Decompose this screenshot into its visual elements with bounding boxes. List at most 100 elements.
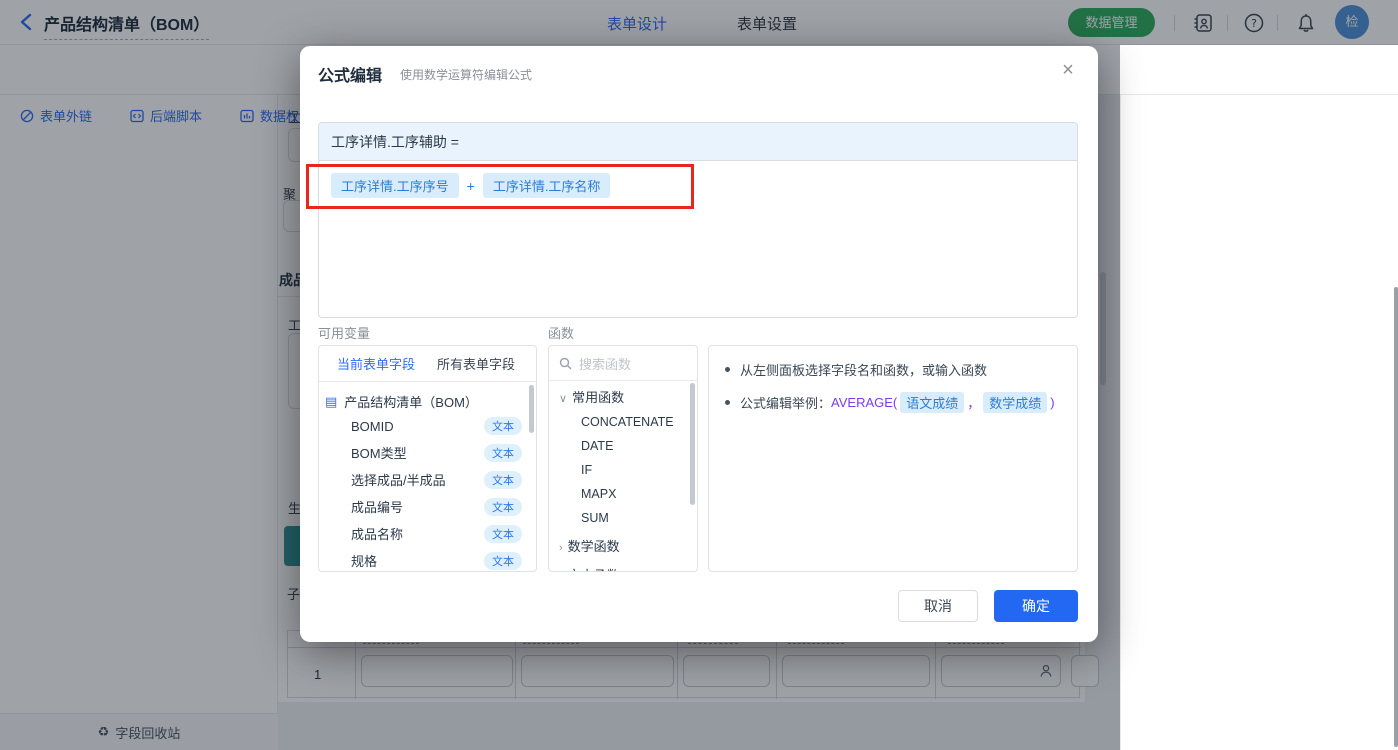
form-doc-icon: ▤ [325,393,338,409]
chevron-collapsed-icon: › [559,571,563,572]
topbar-divider [1227,15,1228,31]
recycle-icon: ♻ [97,724,110,739]
function-item[interactable]: SUM [549,506,697,530]
form-tree-node[interactable]: ▤ 产品结构清单（BOM） [319,382,536,413]
back-icon[interactable] [16,11,38,33]
tab-form-settings[interactable]: 表单设置 [737,13,797,34]
member-icon [1040,664,1052,677]
link-icon [20,109,34,122]
chart-box-icon [240,109,254,122]
toolbar-item-data-permission[interactable]: 数据权 [240,106,299,125]
field-library-sidebar [0,45,278,750]
toolbar-item-external-link[interactable]: 表单外链 [20,106,92,125]
tab-form-design[interactable]: 表单设计 [607,13,667,34]
table-cell-input[interactable] [782,655,930,687]
help-example-prefix: 公式编辑举例： [740,396,832,411]
variable-row[interactable]: 规格 文本 [319,547,536,571]
chevron-collapsed-icon: › [559,542,563,554]
function-item[interactable]: IF [549,458,697,482]
topbar-divider [1277,15,1278,31]
table-cell-input[interactable] [683,655,770,687]
variables-label: 可用变量 [318,326,371,341]
canvas-field-label: 子 [287,587,301,602]
data-manage-button[interactable]: 数据管理 [1068,8,1155,37]
function-group-math[interactable]: › 数学函数 [549,530,697,559]
variables-tabs: 当前表单字段 所有表单字段 [319,346,536,382]
confirm-button[interactable]: 确定 [994,590,1078,622]
table-cell-input[interactable] [521,655,674,687]
function-group-text[interactable]: › 文本函数 [549,559,697,572]
function-item[interactable]: CONCATENATE [549,410,697,434]
properties-scrollbar[interactable] [1394,287,1398,747]
function-group-common[interactable]: ∨ 常用函数 [549,381,697,410]
function-group-label: 数学函数 [567,539,620,554]
topbar: 产品结构清单（BOM） 表单设计 表单设置 数据管理 ? 检 [0,0,1398,45]
type-badge: 文本 [484,470,522,489]
formula-editor-modal: 公式编辑 使用数学运算符编辑公式 × 工序详情.工序辅助 = 工序详情.工序序号… [300,46,1098,642]
help-fn-close: ) [1050,395,1055,410]
table-cell-input[interactable] [361,655,513,687]
formula-editor-area[interactable]: 工序详情.工序序号 + 工序详情.工序名称 [319,161,1077,317]
toolbar-item-label: 后端脚本 [150,109,203,124]
table-cell-input[interactable] [941,655,1061,687]
canvas-scrollbar[interactable] [1100,272,1106,385]
example-chip: 数学成绩 [983,392,1048,413]
topbar-divider [1174,15,1175,31]
toolbar-item-backend-script[interactable]: 后端脚本 [130,106,202,125]
example-chip: 语文成绩 [900,392,965,413]
help-line-2: 公式编辑举例： AVERAGE( 语文成绩 ， 数学成绩 ) [725,392,1061,413]
row-number: 1 [314,667,322,682]
type-badge: 文本 [484,443,522,462]
variable-row[interactable]: 选择成品/半成品 文本 [319,466,536,493]
tab-all-form-fields[interactable]: 所有表单字段 [437,354,515,373]
bullet-icon [725,367,730,372]
search-icon [559,357,572,369]
help-text: 从左侧面板选择字段名和函数，或输入函数 [740,363,988,378]
function-item[interactable]: DATE [549,434,697,458]
field-recycle-bin[interactable]: ♻ 字段回收站 [0,713,278,750]
help-icon[interactable]: ? [1243,12,1265,34]
table-cell-input[interactable] [1071,655,1099,687]
functions-panel: 搜索函数 ∨ 常用函数 CONCATENATE DATE IF MAPX SUM … [548,345,698,572]
help-comma: ， [967,396,981,411]
toolbar-item-label: 表单外链 [40,109,93,124]
functions-scrollbar[interactable] [690,383,695,505]
cancel-button[interactable]: 取消 [898,590,978,622]
tab-current-form-fields[interactable]: 当前表单字段 [337,354,415,373]
bullet-icon [725,400,730,405]
variable-row[interactable]: 成品编号 文本 [319,493,536,520]
properties-panel [1120,95,1398,750]
close-icon[interactable]: × [1056,58,1080,82]
form-node-label: 产品结构清单（BOM） [344,395,478,410]
app-root: 工 聚 成品 工 生 子 1 产品结构清单（BOM） 表单设计 表单设置 数据管… [0,0,1398,750]
contacts-icon[interactable] [1192,12,1214,34]
avatar[interactable]: 检 [1335,5,1369,39]
chevron-expanded-icon: ∨ [559,393,568,405]
modal-subtitle: 使用数学运算符编辑公式 [400,68,533,82]
type-badge: 文本 [484,497,522,516]
formula-field-chip[interactable]: 工序详情.工序名称 [482,173,611,198]
formula-box: 工序详情.工序辅助 = 工序详情.工序序号 + 工序详情.工序名称 [318,122,1078,318]
function-group-label: 文本函数 [568,568,620,571]
help-panel: 从左侧面板选择字段名和函数，或输入函数 公式编辑举例： AVERAGE( 语文成… [708,345,1078,572]
formula-target-label: 工序详情.工序辅助 = [331,133,459,150]
page-title[interactable]: 产品结构清单（BOM） [44,11,210,40]
plus-operator: + [466,178,475,194]
help-line-1: 从左侧面板选择字段名和函数，或输入函数 [725,360,1061,379]
toolbar-item-label: 数据权 [260,109,300,124]
formula-field-chip[interactable]: 工序详情.工序序号 [331,173,459,198]
variable-row[interactable]: 成品名称 文本 [319,520,536,547]
search-placeholder: 搜索函数 [579,356,632,372]
function-search-input[interactable]: 搜索函数 [549,346,697,381]
help-fn-open: AVERAGE( [831,395,898,410]
function-item[interactable]: MAPX [549,482,697,506]
variable-row[interactable]: BOMID 文本 [319,413,536,439]
variable-row[interactable]: BOM类型 文本 [319,439,536,466]
recycle-label: 字段回收站 [115,725,181,741]
variables-scrollbar[interactable] [529,385,534,433]
function-group-label: 常用函数 [572,390,625,405]
bell-icon[interactable] [1295,12,1317,34]
type-badge: 文本 [484,524,522,543]
code-icon [130,109,144,122]
functions-label: 函数 [548,326,575,341]
